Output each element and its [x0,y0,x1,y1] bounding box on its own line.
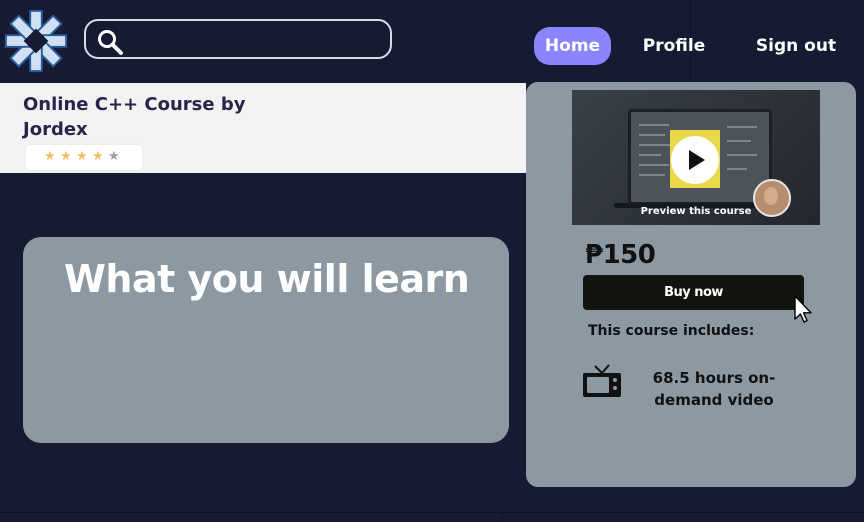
search-input[interactable] [130,27,384,55]
tv-icon [583,364,621,397]
mouse-cursor-icon [794,295,812,323]
learn-heading: What you will learn [64,257,470,301]
course-title: Online C++ Course by Jordex [23,94,246,140]
play-icon [689,150,705,170]
course-price: ₱150 [585,240,656,270]
nav-profile-link[interactable]: Profile [640,27,708,65]
search-bar[interactable] [84,19,392,59]
includes-video-hours: 68.5 hours on-demand video [652,369,776,409]
star-filled-icon: ★ [76,149,88,164]
logo-icon[interactable] [2,6,70,76]
avatar-face [764,187,778,205]
star-filled-icon: ★ [44,149,56,164]
star-filled-icon: ★ [60,149,72,164]
page-bottom-divider [0,512,864,513]
nav-sign-out-link[interactable]: Sign out [752,27,840,65]
learn-card: What you will learn [23,237,509,443]
star-empty-icon: ★ [108,149,120,164]
star-filled-icon: ★ [92,149,104,164]
search-icon[interactable] [96,28,124,56]
preview-label[interactable]: Preview this course [572,206,820,217]
nav-home-button[interactable]: Home [534,27,611,65]
course-includes-label: This course includes: [588,323,755,339]
course-preview-video[interactable]: Preview this course [572,90,820,225]
page-bottom-tick [502,512,503,522]
play-button[interactable] [671,136,719,184]
purchase-card: Preview this course ₱150 Buy now This co… [526,82,856,487]
star-rating: ★ ★ ★ ★ ★ [26,145,142,170]
buy-now-button[interactable]: Buy now [583,275,804,310]
